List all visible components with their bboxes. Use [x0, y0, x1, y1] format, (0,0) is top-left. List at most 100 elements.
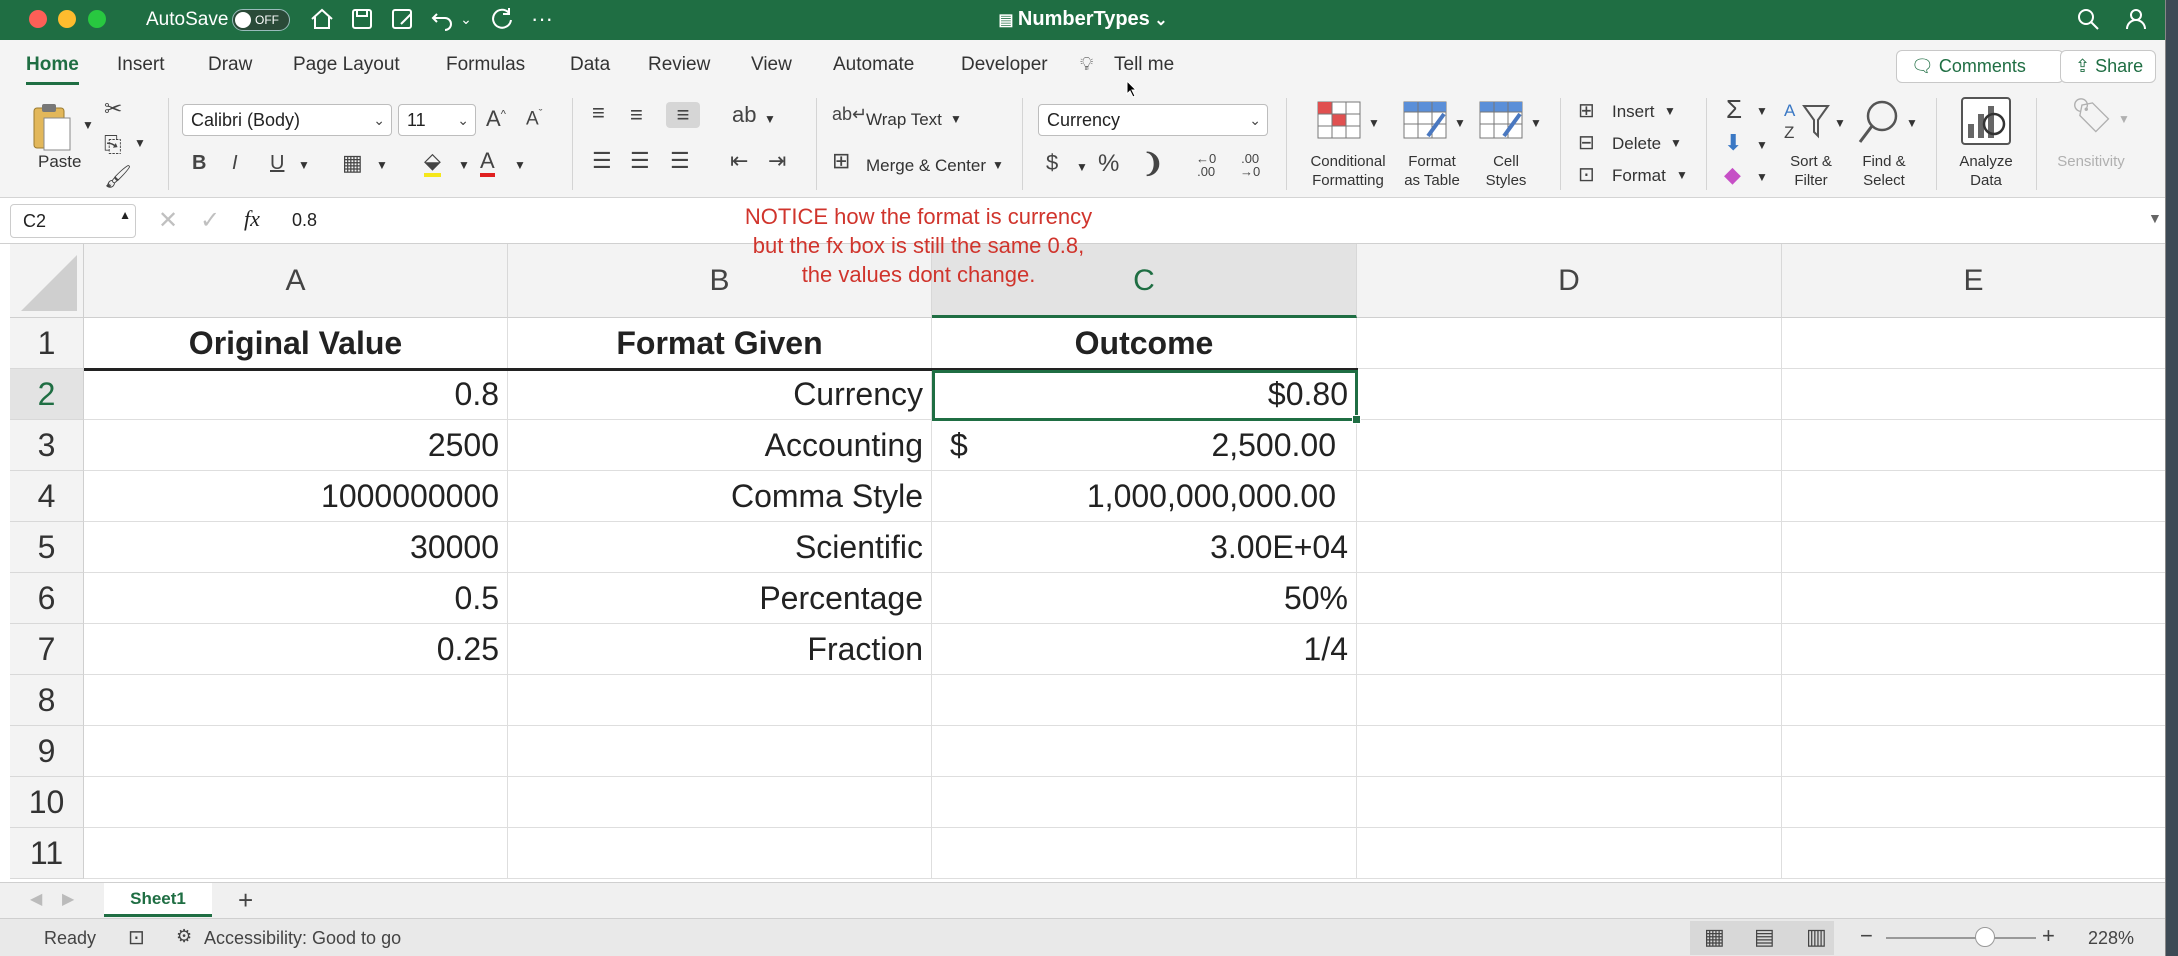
cut-icon[interactable]: ✂︎ — [104, 96, 122, 122]
cell-e4[interactable] — [1782, 471, 2165, 522]
cell-c10[interactable] — [932, 777, 1357, 828]
cell-c6[interactable]: 50% — [932, 573, 1357, 624]
bold-icon[interactable]: B — [192, 152, 206, 175]
wrap-text-icon[interactable]: ab↵ — [832, 104, 867, 125]
decrease-font-size-icon[interactable]: Aˇ — [526, 108, 542, 130]
underline-icon[interactable]: U — [270, 152, 284, 175]
cell-d3[interactable] — [1357, 420, 1782, 471]
format-painter-icon[interactable]: 🖌︎ — [104, 164, 132, 190]
cell-e3[interactable] — [1782, 420, 2165, 471]
name-box[interactable]: C2 ▲▼ — [10, 204, 136, 254]
zoom-in-icon[interactable]: + — [2042, 923, 2055, 949]
cell-b2[interactable]: Currency — [508, 369, 932, 420]
cell-d10[interactable] — [1357, 777, 1782, 828]
tab-insert[interactable]: Insert — [117, 54, 165, 76]
clear-dropdown-icon[interactable]: ▼ — [1756, 170, 1768, 184]
analyze-data-icon[interactable] — [1960, 96, 2012, 148]
increase-decimal-icon[interactable]: ←0.00 — [1196, 152, 1216, 178]
cell-e2[interactable] — [1782, 369, 2165, 420]
cell-a7[interactable]: 0.25 — [84, 624, 508, 675]
cell-c1[interactable]: Outcome — [932, 318, 1357, 369]
italic-icon[interactable]: I — [232, 152, 238, 175]
cell-c5[interactable]: 3.00E+04 — [932, 522, 1357, 573]
cell-e8[interactable] — [1782, 675, 2165, 726]
insert-function-icon[interactable]: fx — [244, 206, 260, 232]
cell-a8[interactable] — [84, 675, 508, 726]
decrease-decimal-icon[interactable]: .00 →0 — [1240, 152, 1260, 178]
title-chevron-icon[interactable]: ⌄ — [1150, 12, 1167, 29]
format-table-dropdown-icon[interactable]: ▼ — [1454, 116, 1466, 130]
copy-icon[interactable]: ⎘ — [104, 132, 122, 158]
cell-d9[interactable] — [1357, 726, 1782, 777]
delete-cells-button[interactable]: Delete — [1612, 134, 1661, 154]
tab-automate[interactable]: Automate — [833, 54, 914, 76]
row-header-9[interactable]: 9 — [10, 726, 84, 777]
share-button[interactable]: ⇪ Share — [2060, 50, 2156, 83]
accessibility-icon[interactable]: ⚙︎ — [176, 926, 192, 947]
cell-b9[interactable] — [508, 726, 932, 777]
autosum-dropdown-icon[interactable]: ▼ — [1756, 104, 1768, 118]
search-icon[interactable] — [2074, 6, 2102, 32]
cell-e7[interactable] — [1782, 624, 2165, 675]
comma-style-icon[interactable]: ❩ — [1142, 148, 1164, 179]
cell-e11[interactable] — [1782, 828, 2165, 879]
column-header-a[interactable]: A — [84, 244, 508, 318]
conditional-formatting-icon[interactable] — [1316, 100, 1362, 144]
fill-color-icon[interactable]: ⬙ — [424, 148, 441, 177]
clear-icon[interactable]: ◆ — [1724, 162, 1741, 188]
copy-dropdown-icon[interactable]: ▼ — [134, 136, 146, 150]
find-select-dropdown-icon[interactable]: ▼ — [1906, 116, 1918, 130]
delete-dropdown-icon[interactable]: ▼ — [1670, 136, 1682, 150]
cell-styles-dropdown-icon[interactable]: ▼ — [1530, 116, 1542, 130]
cell-d2[interactable] — [1357, 369, 1782, 420]
tell-me-search[interactable]: Tell me — [1114, 54, 1174, 76]
column-header-e[interactable]: E — [1782, 244, 2165, 318]
cell-e9[interactable] — [1782, 726, 2165, 777]
cell-a9[interactable] — [84, 726, 508, 777]
insert-dropdown-icon[interactable]: ▼ — [1664, 104, 1676, 118]
next-sheet-icon[interactable]: ▶ — [62, 889, 74, 909]
accessibility-status[interactable]: Accessibility: Good to go — [204, 928, 401, 949]
sort-filter-dropdown-icon[interactable]: ▼ — [1834, 116, 1846, 130]
increase-font-size-icon[interactable]: A^ — [486, 106, 506, 132]
row-header-7[interactable]: 7 — [10, 624, 84, 675]
cell-c4[interactable]: 1,000,000,000.00 — [932, 471, 1357, 522]
tab-review[interactable]: Review — [648, 54, 710, 76]
format-cells-button[interactable]: Format — [1612, 166, 1666, 186]
row-header-4[interactable]: 4 — [10, 471, 84, 522]
row-header-11[interactable]: 11 — [10, 828, 84, 879]
expand-formula-bar-icon[interactable]: ▼ — [2148, 210, 2162, 226]
sort-filter-icon[interactable]: AZ — [1782, 98, 1832, 146]
wrap-text-button[interactable]: Wrap Text — [866, 110, 942, 130]
borders-icon[interactable]: ▦ — [342, 150, 363, 176]
autosum-icon[interactable]: Σ — [1726, 94, 1742, 125]
tab-formulas[interactable]: Formulas — [446, 54, 525, 76]
cell-b6[interactable]: Percentage — [508, 573, 932, 624]
decrease-indent-icon[interactable]: ⇤ — [730, 148, 748, 174]
fill-handle[interactable] — [1352, 415, 1361, 424]
fill-color-dropdown-icon[interactable]: ▼ — [458, 158, 470, 172]
cell-b3[interactable]: Accounting — [508, 420, 932, 471]
cell-a1[interactable]: Original Value — [84, 318, 508, 369]
cell-a5[interactable]: 30000 — [84, 522, 508, 573]
cell-b7[interactable]: Fraction — [508, 624, 932, 675]
align-top-icon[interactable]: ≡ — [592, 100, 605, 126]
cell-e6[interactable] — [1782, 573, 2165, 624]
zoom-slider-track[interactable] — [1886, 937, 2036, 939]
page-break-view-icon[interactable]: ▥ — [1806, 924, 1827, 950]
cell-b5[interactable]: Scientific — [508, 522, 932, 573]
worksheet-grid[interactable]: A B C D E 1 2 3 4 5 6 7 8 9 10 11 Origin… — [0, 244, 2165, 882]
align-right-icon[interactable]: ☰ — [670, 148, 690, 174]
tab-developer[interactable]: Developer — [961, 54, 1048, 76]
cell-c3[interactable]: $ 2,500.00 — [932, 420, 1357, 471]
cell-d7[interactable] — [1357, 624, 1782, 675]
row-header-3[interactable]: 3 — [10, 420, 84, 471]
add-sheet-icon[interactable]: + — [238, 885, 253, 916]
orientation-icon[interactable]: ab — [732, 102, 756, 128]
align-middle-icon[interactable]: ≡ — [630, 102, 643, 128]
cell-c7[interactable]: 1/4 — [932, 624, 1357, 675]
sheet-tab-sheet1[interactable]: Sheet1 — [104, 883, 212, 917]
merge-center-icon[interactable]: ⊞ — [832, 148, 850, 174]
row-header-6[interactable]: 6 — [10, 573, 84, 624]
cell-e10[interactable] — [1782, 777, 2165, 828]
